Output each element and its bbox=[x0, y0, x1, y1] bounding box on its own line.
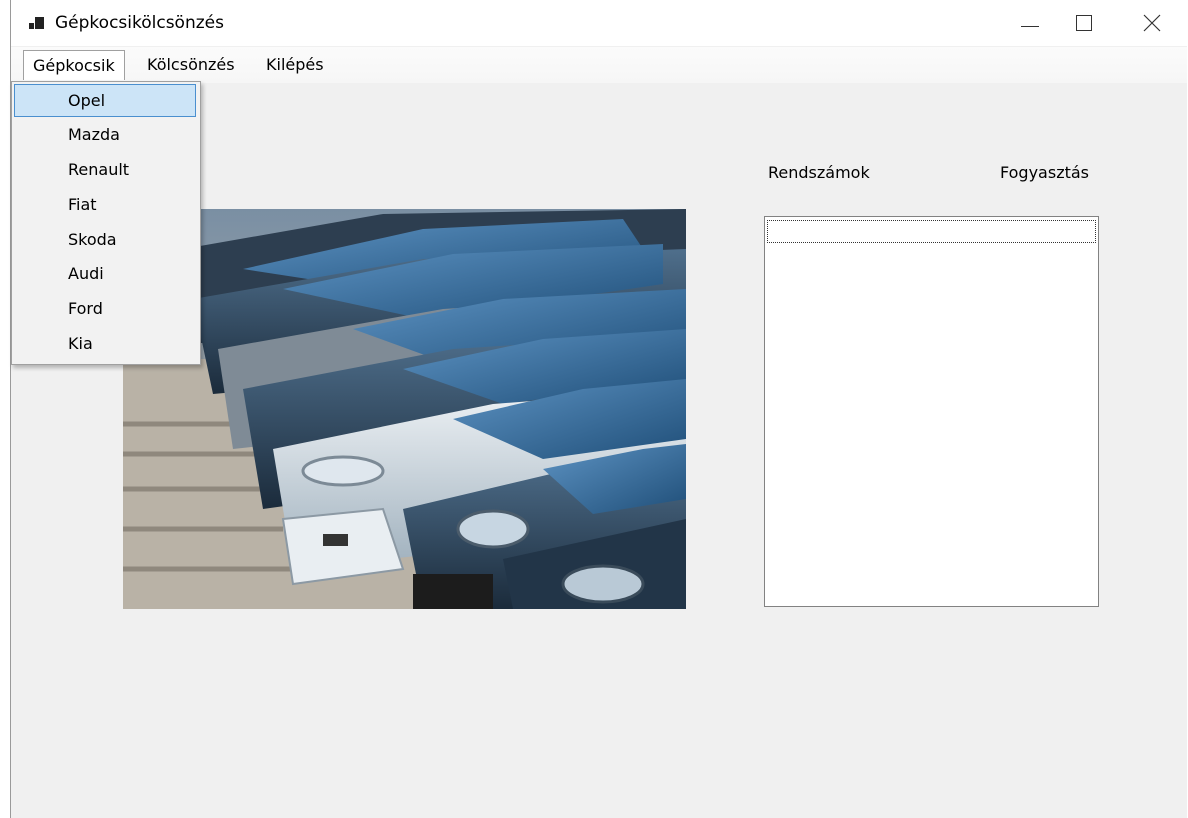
menu-item-opel[interactable]: Opel bbox=[14, 84, 196, 117]
menu-item-renault[interactable]: Renault bbox=[14, 153, 196, 186]
plates-label: Rendszámok bbox=[768, 163, 870, 182]
title-bar[interactable]: Gépkocsikölcsönzés bbox=[11, 0, 1187, 46]
menu-item-mazda[interactable]: Mazda bbox=[14, 118, 196, 151]
window-title: Gépkocsikölcsönzés bbox=[55, 13, 224, 33]
menu-item-ford[interactable]: Ford bbox=[14, 292, 196, 325]
listbox-focus-row bbox=[767, 220, 1096, 243]
minimize-icon bbox=[1021, 25, 1039, 27]
maximize-button[interactable] bbox=[1061, 0, 1107, 46]
menu-kolcsonzes[interactable]: Kölcsönzés bbox=[138, 50, 244, 80]
close-icon bbox=[1143, 14, 1161, 32]
app-window-icon bbox=[29, 17, 45, 30]
plates-listbox[interactable] bbox=[764, 216, 1099, 607]
maximize-icon bbox=[1076, 15, 1092, 31]
menu-item-skoda[interactable]: Skoda bbox=[14, 223, 196, 256]
menu-gepkocsik[interactable]: Gépkocsik bbox=[23, 50, 125, 80]
minimize-button[interactable] bbox=[1007, 0, 1053, 46]
car-lot-photo bbox=[123, 209, 686, 609]
close-button[interactable] bbox=[1129, 0, 1175, 46]
gepkocsik-dropdown-menu: Opel Mazda Renault Fiat Skoda Audi Ford … bbox=[11, 81, 201, 365]
menu-item-audi[interactable]: Audi bbox=[14, 257, 196, 290]
menu-kilepes[interactable]: Kilépés bbox=[257, 50, 333, 80]
menu-bar: Gépkocsik Kölcsönzés Kilépés bbox=[11, 47, 1187, 83]
consumption-label: Fogyasztás bbox=[1000, 163, 1089, 182]
menu-item-fiat[interactable]: Fiat bbox=[14, 188, 196, 221]
menu-item-kia[interactable]: Kia bbox=[14, 327, 196, 360]
